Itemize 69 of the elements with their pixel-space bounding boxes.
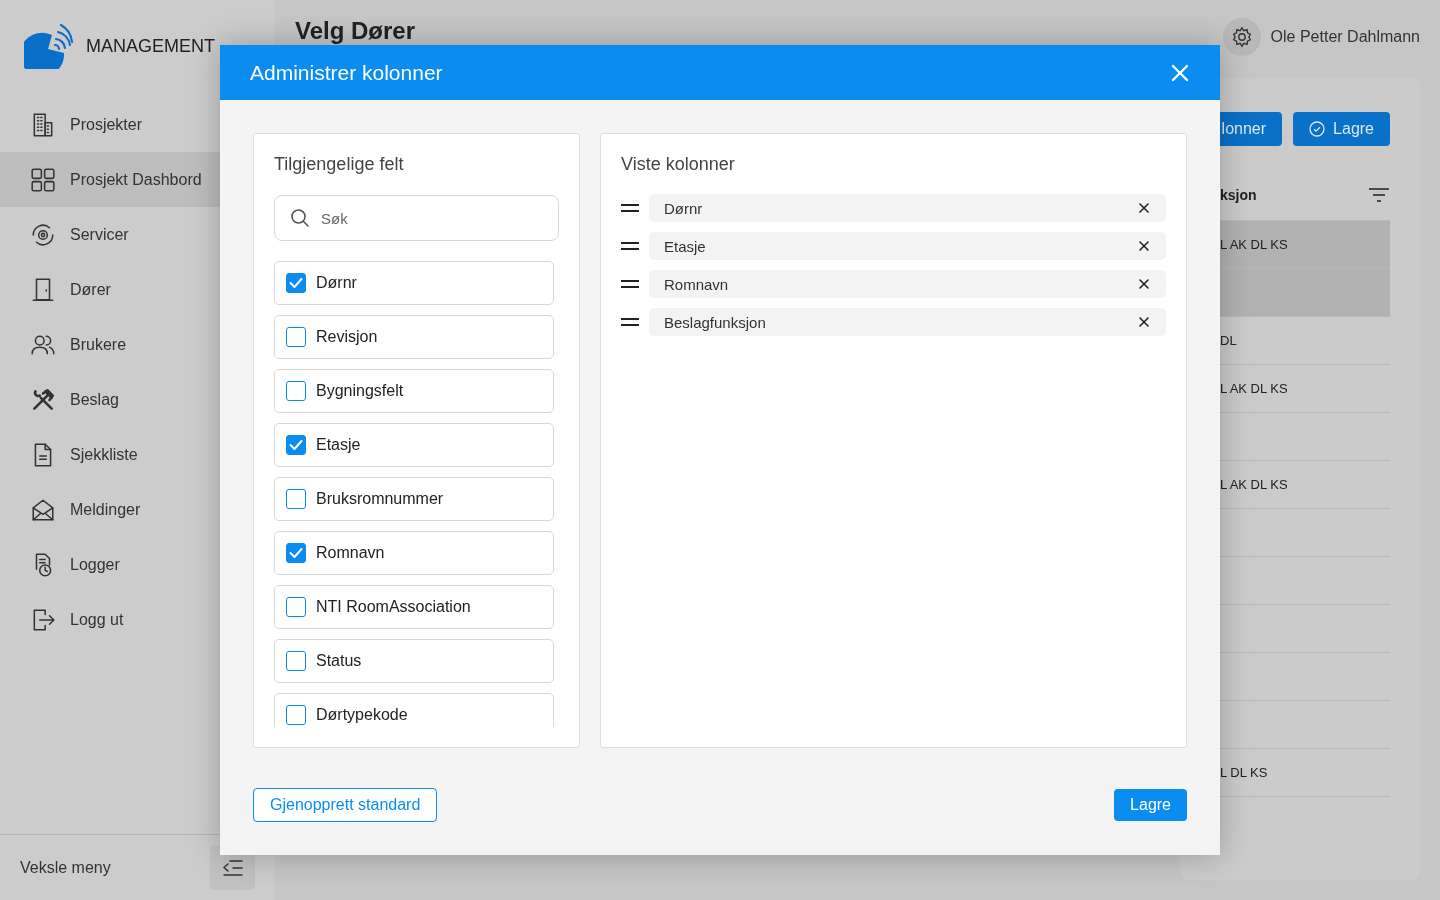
table-cell: L AK DL KS (1220, 237, 1288, 252)
column-name: Beslagfunksjon (664, 313, 766, 331)
nav-item[interactable]: Sjekkliste (0, 427, 275, 482)
field-option[interactable]: Etasje (274, 423, 554, 467)
column-name: Etasje (664, 237, 706, 255)
check-icon (289, 439, 303, 451)
save-button[interactable]: Lagre (1293, 112, 1390, 146)
filter-icon[interactable] (1368, 188, 1390, 202)
grid-icon (30, 166, 56, 193)
remove-button[interactable] (1137, 315, 1151, 329)
tools-icon (30, 386, 56, 413)
checkbox[interactable] (286, 705, 306, 725)
checkbox[interactable] (286, 489, 306, 509)
field-option[interactable]: Romnavn (274, 531, 554, 575)
checkbox[interactable] (286, 543, 306, 563)
remove-button[interactable] (1137, 277, 1151, 291)
table-cell: L DL KS (1220, 765, 1268, 780)
panel-title: Viste kolonner (621, 154, 736, 176)
toggle-label: Veksle meny (20, 858, 111, 877)
logo-icon (24, 23, 74, 69)
table-cell: L AK DL KS (1220, 381, 1288, 396)
gear-icon (1230, 26, 1253, 48)
drag-handle-icon[interactable] (621, 203, 639, 213)
door-icon (30, 276, 56, 303)
drag-handle-icon[interactable] (621, 241, 639, 251)
check-circle-icon (1309, 121, 1326, 137)
column-name: Romnavn (664, 275, 729, 293)
checkbox[interactable] (286, 597, 306, 617)
drag-handle-icon[interactable] (621, 317, 639, 327)
remove-button[interactable] (1137, 201, 1151, 215)
checkbox[interactable] (286, 327, 306, 347)
field-option[interactable]: Revisjon (274, 315, 554, 359)
nav-item[interactable]: Logger (0, 537, 275, 592)
table-cell: L AK DL KS (1220, 477, 1288, 492)
remove-button[interactable] (1137, 239, 1151, 253)
table-cell: DL (1220, 333, 1237, 348)
user-name: Ole Petter Dahlmann (1270, 28, 1420, 46)
reset-button[interactable]: Gjenopprett standard (253, 788, 438, 822)
checkbox[interactable] (286, 651, 306, 671)
search-field[interactable]: Søk (274, 195, 559, 241)
column-header: ksjon (1220, 187, 1257, 203)
collapse-icon (221, 858, 244, 877)
settings-button[interactable] (1222, 18, 1261, 56)
field-option[interactable]: Dørtypekode (274, 693, 554, 727)
nav-item[interactable]: Logg ut (0, 592, 275, 647)
dialog-title: Administrer kolonner (250, 60, 443, 85)
nav-item[interactable]: Dører (0, 262, 275, 317)
check-icon (289, 547, 303, 559)
field-option[interactable]: Dørnr (274, 261, 554, 305)
drag-handle-icon[interactable] (621, 279, 639, 289)
check-icon (289, 277, 303, 289)
nav-item[interactable]: Servicer (0, 207, 275, 262)
checkbox[interactable] (286, 435, 306, 455)
panel-title: Tilgjengelige felt (274, 154, 405, 176)
close-button[interactable] (1170, 62, 1190, 83)
gear-icon (30, 221, 56, 248)
field-option[interactable]: Bruksromnummer (274, 477, 554, 521)
checkbox[interactable] (286, 381, 306, 401)
column-name: Dørnr (664, 199, 703, 217)
logo-text: MANAGEMENT (86, 35, 215, 57)
field-option[interactable]: Status (274, 639, 554, 683)
nav-item[interactable]: Brukere (0, 317, 275, 372)
checkbox[interactable] (286, 273, 306, 293)
nav-item[interactable]: Meldinger (0, 482, 275, 537)
nav-item[interactable]: Beslag (0, 372, 275, 427)
field-option[interactable]: NTI RoomAssociation (274, 585, 554, 629)
page-title: Velg Dører (295, 18, 417, 44)
nav-item[interactable]: Prosjekter (0, 97, 275, 152)
field-option[interactable]: Bygningsfelt (274, 369, 554, 413)
